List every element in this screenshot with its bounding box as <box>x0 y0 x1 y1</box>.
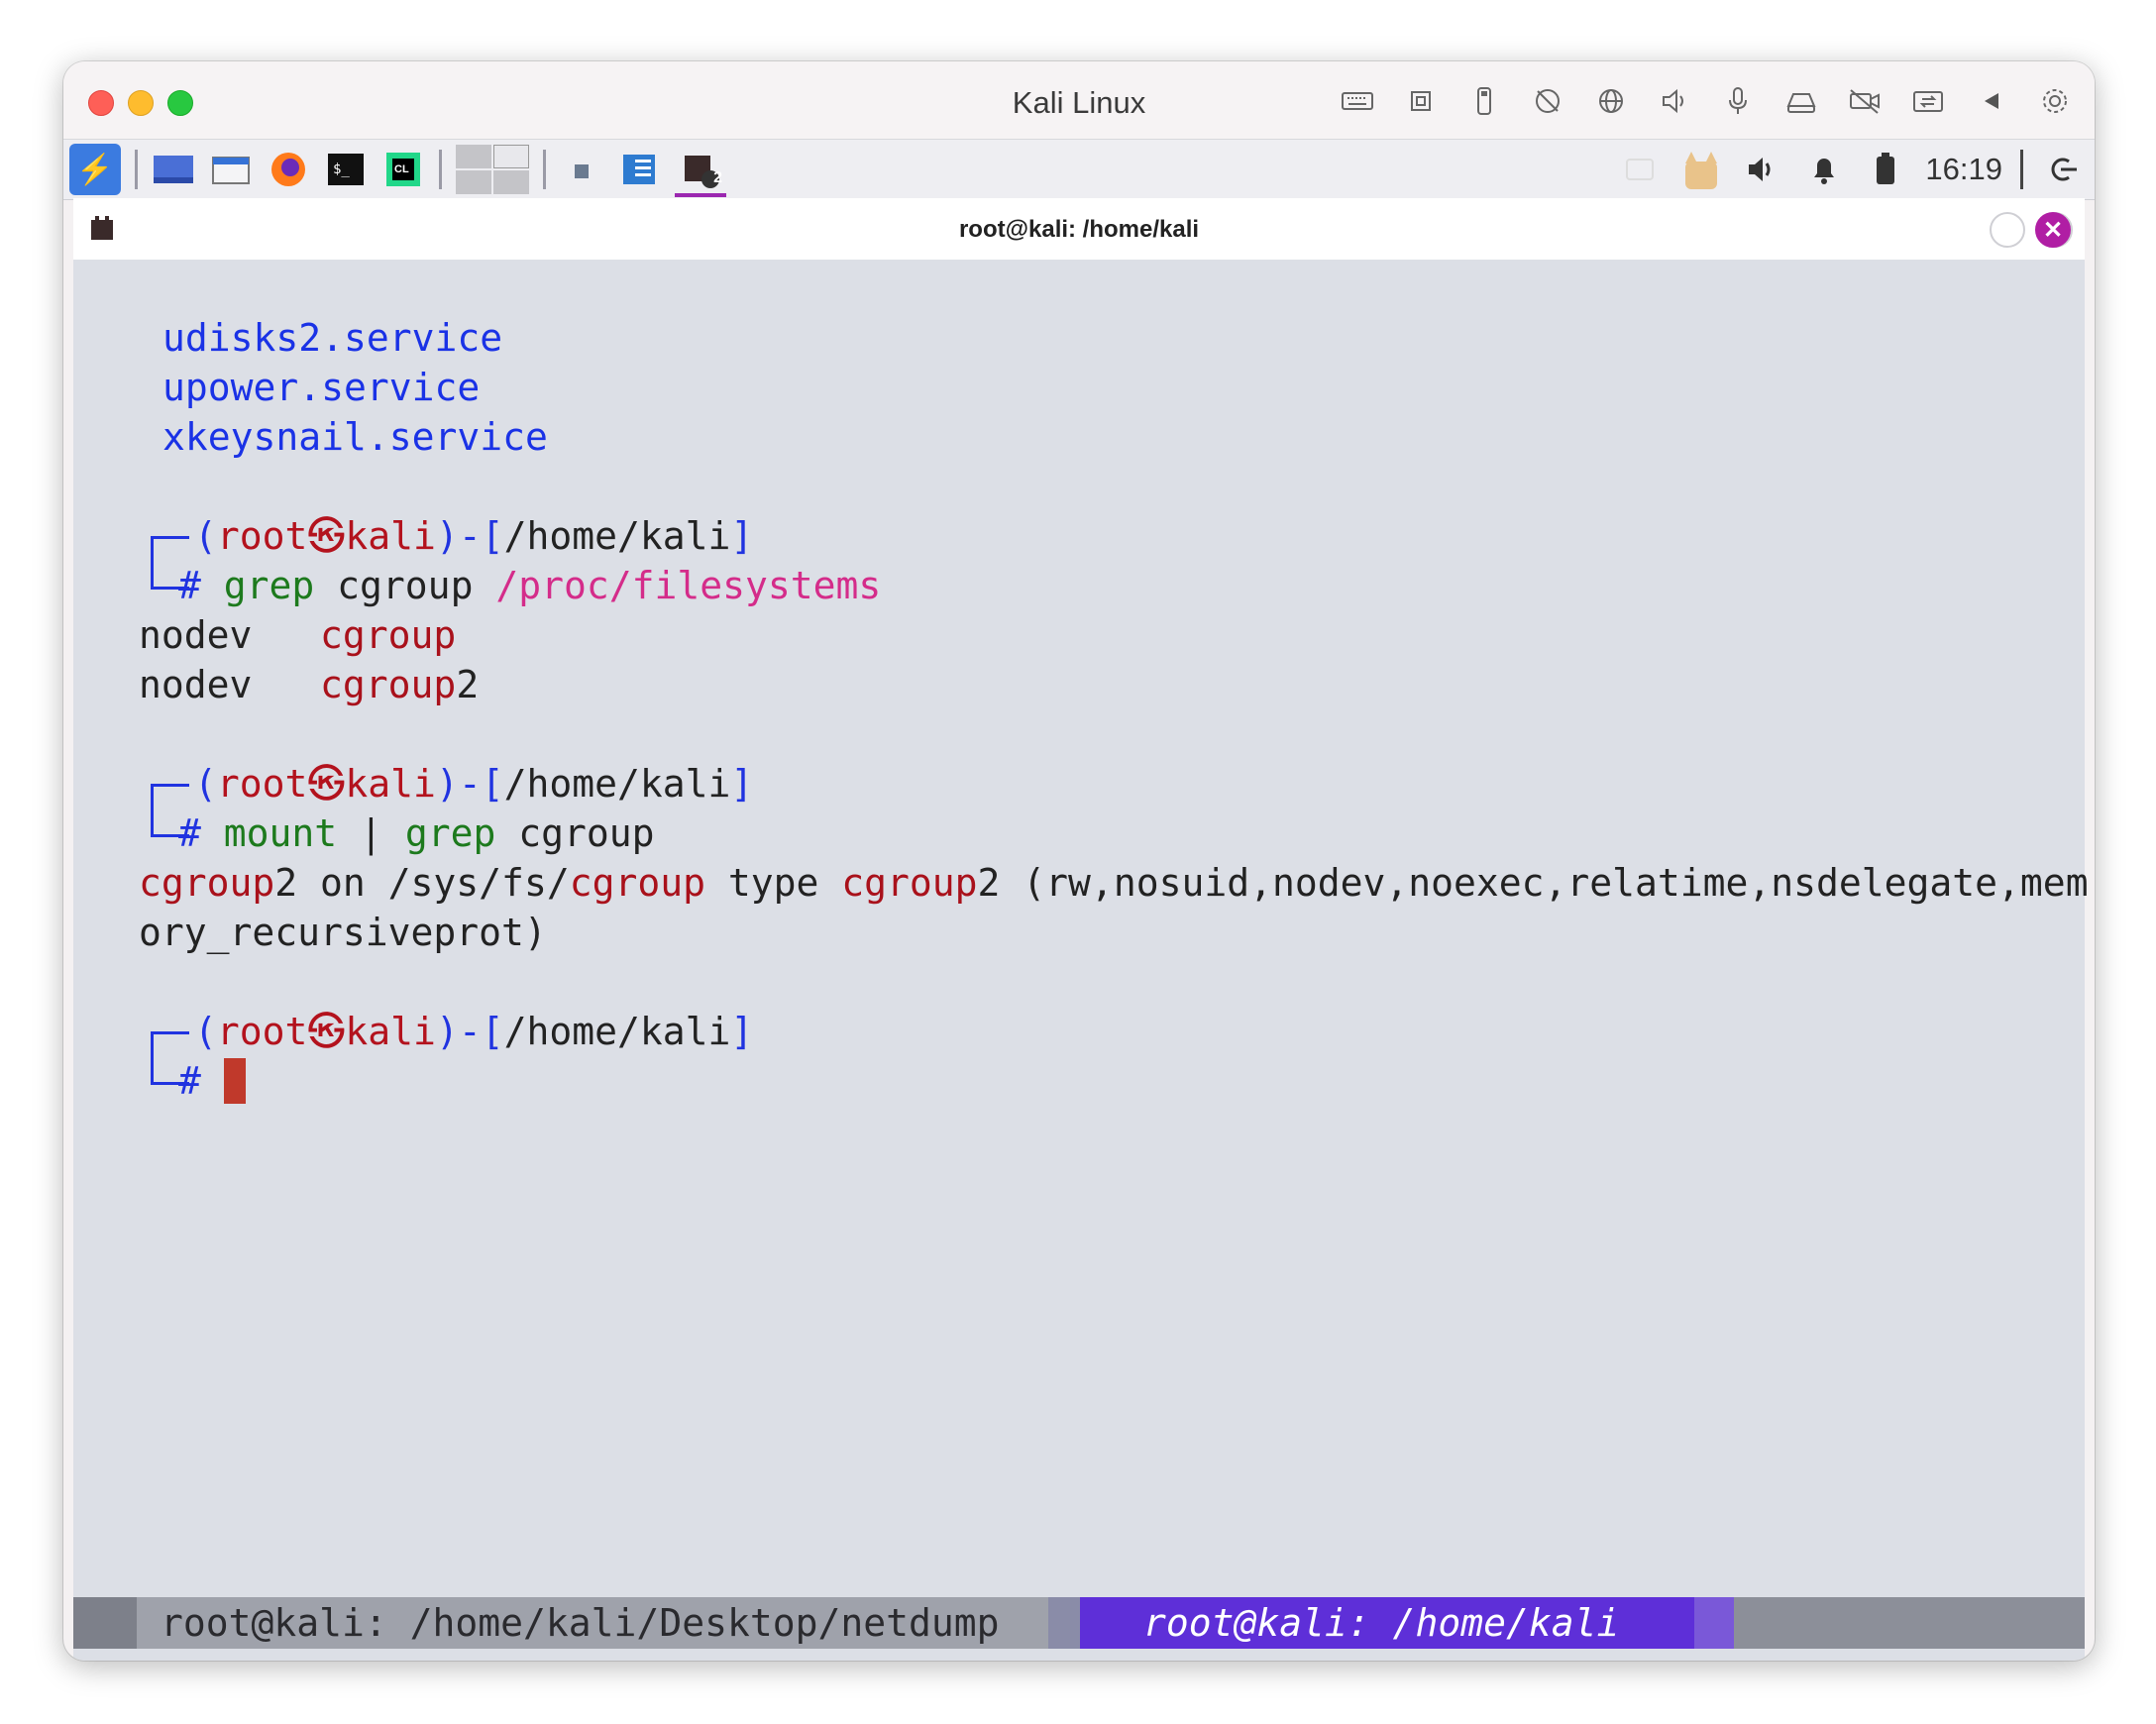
status-stripe <box>1048 1597 1080 1649</box>
service-line: xkeysnail.service <box>162 415 548 459</box>
svg-text:CL: CL <box>394 163 409 175</box>
panel-separator <box>439 150 442 189</box>
xfce-panel: ⚡ $_ CL 2 16:19 <box>63 139 2095 200</box>
command-line: # grep cgroup /proc/filesystems <box>178 564 882 607</box>
file-manager-icon[interactable] <box>209 148 253 191</box>
terminal-titlebar: root@kali: /home/kali ✕ <box>73 198 2085 260</box>
speaker-icon[interactable] <box>1653 83 1696 119</box>
cat-tray-icon[interactable] <box>1679 148 1723 191</box>
editor-icon[interactable] <box>617 148 661 191</box>
panel-separator <box>543 150 546 189</box>
notification-bell-icon[interactable] <box>1802 148 1846 191</box>
vm-window: Kali Linux ⚡ $_ CL 2 16:19 root@kali: /h… <box>63 61 2095 1661</box>
tmux-tab-netdump[interactable]: root@kali: /home/kali/Desktop/netdump <box>137 1597 1048 1649</box>
microphone-icon[interactable] <box>1716 83 1760 119</box>
terminal-launcher-icon[interactable]: $_ <box>324 148 368 191</box>
shared-folder-icon[interactable] <box>1906 83 1950 119</box>
usb-icon[interactable] <box>1462 83 1506 119</box>
app-small-icon[interactable] <box>560 148 603 191</box>
prompt-line: (root㉿kali)-[/home/kali] <box>194 762 754 806</box>
command-line: # mount | grep cgroup <box>178 811 655 855</box>
back-arrow-icon[interactable] <box>1970 83 2013 119</box>
globe-icon[interactable] <box>1589 83 1633 119</box>
text-cursor <box>223 1058 246 1104</box>
terminal-window: root@kali: /home/kali ✕ udisks2.service … <box>73 198 2089 1661</box>
gear-icon[interactable] <box>2033 83 2077 119</box>
output-line: ory_recursiveprot) <box>139 911 547 954</box>
battery-icon[interactable] <box>1864 148 1907 191</box>
output-line: cgroup2 on /sys/fs/cgroup type cgroup2 (… <box>139 861 2089 905</box>
keyboard-icon[interactable] <box>1336 83 1379 119</box>
terminal-close-button[interactable]: ✕ <box>2035 212 2071 248</box>
firefox-icon[interactable] <box>267 148 310 191</box>
task-count-badge: 2 <box>713 169 722 186</box>
panel-separator <box>135 150 138 189</box>
drive-icon[interactable] <box>1779 83 1823 119</box>
show-desktop-icon[interactable] <box>152 148 195 191</box>
service-line: udisks2.service <box>162 316 503 360</box>
active-task-indicator <box>675 193 726 197</box>
volume-icon[interactable] <box>1741 148 1784 191</box>
terminal-minimize-button[interactable] <box>1990 212 2025 248</box>
status-stripe <box>73 1597 137 1649</box>
terminal-task-icon[interactable]: 2 <box>675 148 726 197</box>
workspace-switcher[interactable] <box>456 145 529 194</box>
tmux-status-bar: root@kali: /home/kali/Desktop/netdump ro… <box>73 1597 2085 1649</box>
terminal-window-title: root@kali: /home/kali <box>958 216 1200 243</box>
prompt-line: (root㉿kali)-[/home/kali] <box>194 1010 754 1053</box>
vm-toolbar <box>1336 83 2077 119</box>
prompt-line: (root㉿kali)-[/home/kali] <box>194 514 754 558</box>
kali-menu-button[interactable]: ⚡ <box>69 144 121 195</box>
service-line: upower.service <box>162 366 481 409</box>
output-line: nodev cgroup2 <box>139 663 480 706</box>
tmux-tab-home[interactable]: root@kali: /home/kali <box>1080 1597 1694 1649</box>
clion-icon[interactable]: CL <box>381 148 425 191</box>
panel-clock[interactable]: 16:19 <box>1925 152 2002 187</box>
network-off-icon[interactable] <box>1526 83 1569 119</box>
svg-text:$_: $_ <box>333 162 350 177</box>
logout-icon[interactable] <box>2041 148 2085 191</box>
camera-off-icon[interactable] <box>1843 83 1886 119</box>
tray-blank-icon[interactable] <box>1618 148 1662 191</box>
terminal-output[interactable]: udisks2.service upower.service xkeysnail… <box>73 260 2089 1597</box>
vm-titlebar: Kali Linux <box>63 61 2095 139</box>
cpu-icon[interactable] <box>1399 83 1443 119</box>
command-line[interactable]: # <box>178 1056 246 1106</box>
panel-separator <box>2020 150 2023 189</box>
status-stripe <box>1694 1597 1734 1649</box>
output-line: nodev cgroup <box>139 613 457 657</box>
